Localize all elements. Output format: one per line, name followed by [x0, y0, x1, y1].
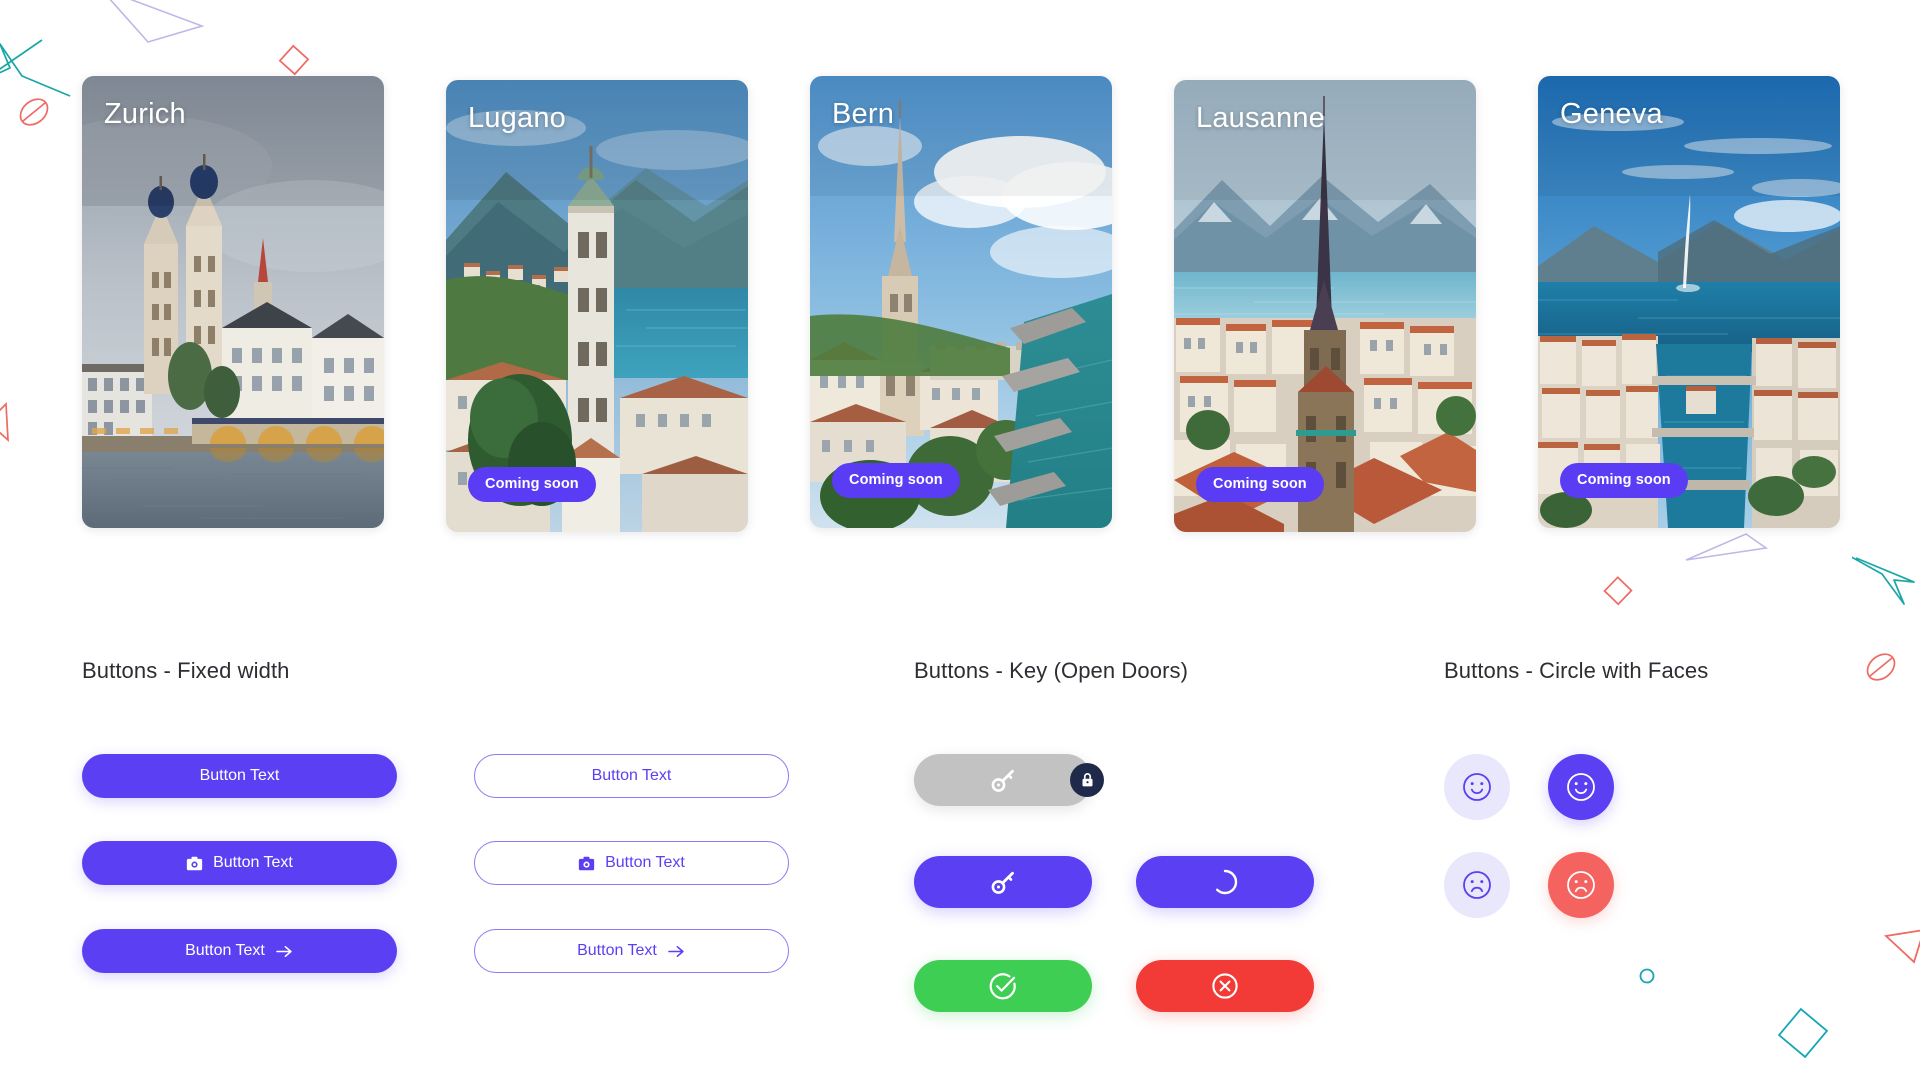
key-icon [988, 867, 1018, 897]
key-button-active[interactable] [914, 856, 1092, 908]
smiley-happy-icon [1563, 769, 1599, 805]
diamond-teal-bottom-icon [1777, 1007, 1829, 1059]
section-title-fixed-width: Buttons - Fixed width [82, 658, 290, 683]
triangle-red-left-icon [0, 402, 9, 442]
page-root: Zurich Lugano Coming soon Bern Coming so… [0, 0, 1920, 1080]
button-label: Button Text [185, 942, 265, 959]
triangle-red-right-icon [1884, 929, 1920, 964]
city-card-geneva[interactable]: Geneva Coming soon [1538, 76, 1840, 528]
key-button-error[interactable] [1136, 960, 1314, 1012]
bern-photo [810, 76, 1112, 528]
lock-icon [1070, 763, 1104, 797]
button-label: Button Text [213, 854, 293, 871]
city-card-title: Zurich [104, 98, 186, 130]
button-filled-arrow[interactable]: Button Text [82, 929, 397, 973]
spinner-icon [1210, 867, 1240, 897]
button-outline-arrow[interactable]: Button Text [474, 929, 789, 973]
lausanne-photo [1174, 80, 1476, 532]
triangle-lilac-top-icon [109, 0, 205, 43]
city-card-title: Geneva [1560, 98, 1663, 130]
city-card-title: Lugano [468, 102, 566, 134]
camera-icon [186, 855, 203, 872]
section-title-key-open-doors: Buttons - Key (Open Doors) [914, 658, 1189, 683]
city-card-lugano[interactable]: Lugano Coming soon [446, 80, 748, 532]
arrow-right-icon [275, 944, 294, 959]
button-filled-camera[interactable]: Button Text [82, 841, 397, 885]
button-filled-text[interactable]: Button Text [82, 754, 397, 798]
triangle-lilac-right-icon [1685, 533, 1769, 561]
key-button-success[interactable] [914, 960, 1092, 1012]
city-card-lausanne[interactable]: Lausanne Coming soon [1174, 80, 1476, 532]
key-button-loading[interactable] [1136, 856, 1314, 908]
coming-soon-badge[interactable]: Coming soon [468, 467, 596, 502]
camera-icon [578, 855, 595, 872]
geneva-photo [1538, 76, 1840, 528]
error-circle-icon [1210, 971, 1240, 1001]
zurich-photo [82, 76, 384, 528]
coming-soon-badge[interactable]: Coming soon [1560, 463, 1688, 498]
button-outline-text[interactable]: Button Text [474, 754, 789, 798]
arrow-teal-right-icon [1852, 556, 1915, 605]
key-icon [988, 765, 1018, 795]
smiley-happy-icon [1459, 769, 1495, 805]
coming-soon-badge[interactable]: Coming soon [1196, 467, 1324, 502]
button-label: Button Text [591, 767, 672, 784]
circle-teal-small-icon [1639, 968, 1655, 984]
circle-slash-red-right-icon [1866, 653, 1896, 681]
face-button-sad-inactive[interactable] [1444, 852, 1510, 918]
smiley-sad-icon [1459, 867, 1495, 903]
city-card-title: Bern [832, 98, 895, 130]
city-card-title: Lausanne [1196, 102, 1325, 134]
button-label: Button Text [605, 854, 685, 871]
city-cards-row: Zurich Lugano Coming soon Bern Coming so… [82, 76, 1842, 532]
city-card-zurich[interactable]: Zurich [82, 76, 384, 528]
button-outline-camera[interactable]: Button Text [474, 841, 789, 885]
key-button-disabled[interactable] [914, 754, 1104, 806]
circle-slash-red-left-icon [19, 98, 49, 126]
button-label: Button Text [577, 942, 657, 959]
diamond-red-top-icon [278, 44, 310, 76]
lugano-photo [446, 80, 748, 532]
diamond-red-mid-icon [1603, 576, 1633, 606]
arrow-right-icon [667, 944, 686, 959]
smiley-sad-icon [1563, 867, 1599, 903]
face-button-happy-inactive[interactable] [1444, 754, 1510, 820]
check-circle-icon [987, 970, 1019, 1002]
face-button-sad-active[interactable] [1548, 852, 1614, 918]
section-title-circle-faces: Buttons - Circle with Faces [1444, 658, 1709, 683]
city-card-bern[interactable]: Bern Coming soon [810, 76, 1112, 528]
face-button-happy-active[interactable] [1548, 754, 1614, 820]
arrow-teal-topleft-icon [0, 39, 71, 97]
coming-soon-badge[interactable]: Coming soon [832, 463, 960, 498]
button-label: Button Text [199, 767, 280, 784]
